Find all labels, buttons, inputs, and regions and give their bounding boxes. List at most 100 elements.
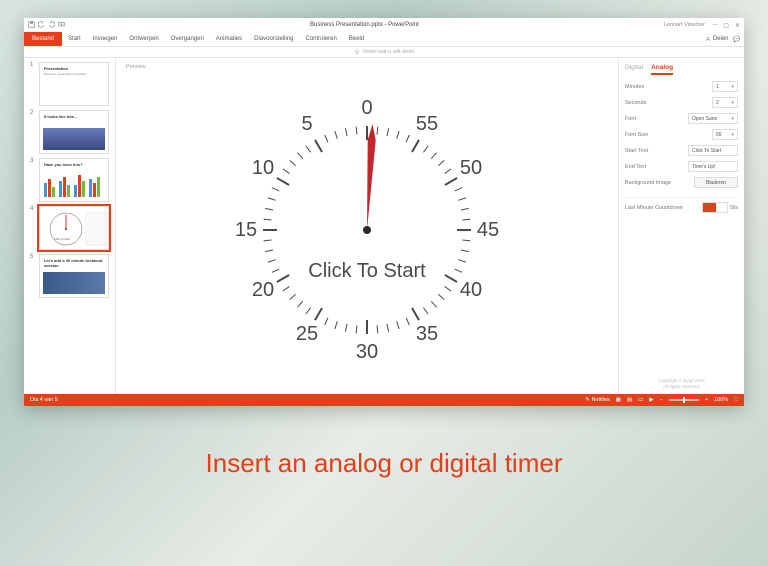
seconds-select[interactable]: 2▾ xyxy=(712,97,738,108)
font-value: Open Sans xyxy=(692,116,717,122)
browse-button[interactable]: Bladeren xyxy=(694,177,738,188)
view-slideshow-icon[interactable]: ▶ xyxy=(649,397,653,403)
thumb-center-text: Click To Start xyxy=(54,237,70,241)
font-select[interactable]: Open Sans▾ xyxy=(688,113,738,124)
lastmin-toggle[interactable] xyxy=(702,202,728,213)
thumb-sub: Business presentation template xyxy=(44,72,86,76)
fontsize-select[interactable]: 56▾ xyxy=(712,129,738,140)
seconds-label: Seconds xyxy=(625,100,646,106)
zoom-out-icon[interactable]: − xyxy=(660,397,663,403)
tab-diavoorstelling[interactable]: Diavoorstelling xyxy=(248,32,299,46)
tab-digital[interactable]: Digital xyxy=(625,64,643,75)
thumb-image xyxy=(43,272,105,294)
notes-button[interactable]: ✎ Notities xyxy=(585,397,609,403)
tab-analog[interactable]: Analog xyxy=(651,64,673,75)
file-tab[interactable]: Bestand xyxy=(24,32,62,46)
minutes-select[interactable]: 1▾ xyxy=(712,81,738,92)
thumb-clock xyxy=(40,207,109,250)
titlebar: Business Presentation.pptx - PowerPoint … xyxy=(24,18,744,32)
save-icon[interactable] xyxy=(28,21,35,30)
thumb-title: Presentation xyxy=(44,66,68,71)
clock-center xyxy=(363,226,371,234)
num-5: 5 xyxy=(301,113,312,135)
thumb-title: Let's add a 30 minute breakout session xyxy=(44,258,108,268)
timer-settings-panel: Digital Analog Minutes 1▾ Seconds 2▾ Fon… xyxy=(618,58,744,394)
font-label: Font xyxy=(625,116,636,122)
endtext-label: End Text xyxy=(625,164,646,170)
share-button[interactable]: Delen xyxy=(705,36,729,42)
slide-thumbnail-rail: 1 Presentation Business presentation tem… xyxy=(24,58,116,394)
quick-access-toolbar xyxy=(28,21,65,30)
view-normal-icon[interactable]: ▦ xyxy=(616,397,621,403)
comments-icon[interactable]: 💬 xyxy=(733,36,740,43)
slide-counter: Dia 4 van 5 xyxy=(30,397,58,403)
clock-center-text: Click To Start xyxy=(227,260,507,283)
maximize-icon[interactable]: ▢ xyxy=(723,22,729,29)
toggle-value: 56s xyxy=(730,205,738,211)
bgimage-label: Background Image xyxy=(625,180,671,186)
starttext-value: Click To Start xyxy=(692,148,721,154)
close-icon[interactable]: ✕ xyxy=(735,22,740,29)
tab-animaties[interactable]: Animaties xyxy=(210,32,248,46)
analog-clock[interactable]: 0 55 50 45 40 35 30 25 20 15 10 5 xyxy=(227,90,507,370)
powerpoint-window: Business Presentation.pptx - PowerPoint … xyxy=(24,18,744,406)
chevron-down-icon: ▾ xyxy=(731,100,734,106)
endtext-input[interactable]: Time's Up! xyxy=(688,161,738,172)
chevron-down-icon: ▾ xyxy=(731,132,734,138)
tab-invoegen[interactable]: Invoegen xyxy=(87,32,124,46)
slide-thumb-1[interactable]: Presentation Business presentation templ… xyxy=(39,62,109,106)
endtext-value: Time's Up! xyxy=(692,164,716,170)
fit-to-window-icon[interactable]: ⛶ xyxy=(734,397,738,404)
minimize-icon[interactable]: ─ xyxy=(713,22,717,29)
ribbon-tabs: Bestand Start Invoegen Ontwerpen Overgan… xyxy=(24,32,744,46)
zoom-slider[interactable] xyxy=(669,399,699,401)
tell-me-search[interactable]: Vertel wat u wilt doen xyxy=(24,46,744,58)
share-label: Delen xyxy=(713,36,729,42)
slide-thumb-2[interactable]: It looks like this... xyxy=(39,110,109,154)
clock-hand xyxy=(363,124,377,230)
status-bar: Dia 4 van 5 ✎ Notities ▦ ▤ ▭ ▶ − + 100% … xyxy=(24,394,744,406)
num-10: 10 xyxy=(252,157,274,179)
tell-me-placeholder: Vertel wat u wilt doen xyxy=(363,49,415,55)
num-50: 50 xyxy=(460,157,482,179)
zoom-value: 100% xyxy=(714,397,728,403)
num-35: 35 xyxy=(416,323,438,345)
starttext-input[interactable]: Click To Start xyxy=(688,145,738,156)
view-sorter-icon[interactable]: ▤ xyxy=(627,397,632,403)
starttext-label: Start Text xyxy=(625,148,648,154)
thumb-title: It looks like this... xyxy=(44,114,77,119)
seconds-value: 2 xyxy=(716,100,719,106)
num-30: 30 xyxy=(356,341,378,363)
minutes-label: Minutes xyxy=(625,84,644,90)
body: 1 Presentation Business presentation tem… xyxy=(24,58,744,394)
tab-controleren[interactable]: Controleren xyxy=(300,32,343,46)
lastmin-label: Last Minute Countdown xyxy=(625,205,683,211)
window-title: Business Presentation.pptx - PowerPoint xyxy=(65,22,664,28)
chevron-down-icon: ▾ xyxy=(731,84,734,90)
preview-label: Preview xyxy=(126,64,608,70)
window-controls: ─ ▢ ✕ xyxy=(713,22,740,29)
editor-area: Preview 0 55 50 45 40 35 30 25 xyxy=(116,58,744,394)
slideshow-icon[interactable] xyxy=(58,21,65,30)
thumb-num: 4 xyxy=(30,206,36,250)
view-reading-icon[interactable]: ▭ xyxy=(638,397,643,403)
redo-icon[interactable] xyxy=(48,21,55,30)
num-0: 0 xyxy=(361,97,372,119)
lightbulb-icon xyxy=(354,49,360,55)
slide-thumb-3[interactable]: Have you seen this? xyxy=(39,158,109,202)
copyright-line2: All rights reserved. xyxy=(625,384,738,390)
num-55: 55 xyxy=(416,113,438,135)
num-25: 25 xyxy=(296,323,318,345)
num-15: 15 xyxy=(235,219,257,241)
tab-beeld[interactable]: Beeld xyxy=(343,32,370,46)
tab-start[interactable]: Start xyxy=(62,32,87,46)
fontsize-label: Font Size xyxy=(625,132,648,138)
tab-overgangen[interactable]: Overgangen xyxy=(165,32,210,46)
slide-thumb-4[interactable]: Click To Start xyxy=(39,206,109,250)
zoom-in-icon[interactable]: + xyxy=(705,397,708,403)
slide-thumb-5[interactable]: Let's add a 30 minute breakout session xyxy=(39,254,109,298)
num-45: 45 xyxy=(477,219,499,241)
tab-ontwerpen[interactable]: Ontwerpen xyxy=(123,32,164,46)
undo-icon[interactable] xyxy=(38,21,45,30)
copyright: Copyright © Bygit 2016 All rights reserv… xyxy=(625,378,738,390)
